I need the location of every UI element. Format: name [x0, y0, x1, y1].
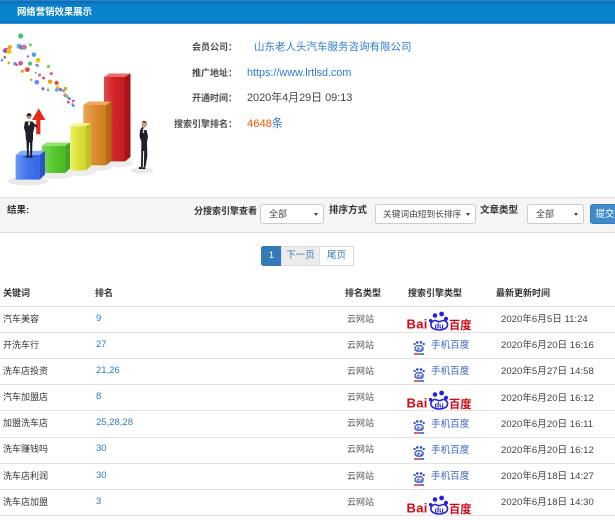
svg-text:du: du — [416, 347, 422, 353]
svg-text:Bai: Bai — [407, 317, 428, 332]
svg-text:百度: 百度 — [449, 317, 471, 331]
svg-text:du: du — [435, 322, 445, 331]
svg-text:Bai: Bai — [407, 500, 428, 515]
svg-text:Bai: Bai — [407, 395, 428, 410]
svg-text:du: du — [416, 373, 422, 379]
svg-text:百度: 百度 — [449, 396, 471, 410]
svg-text:du: du — [416, 426, 422, 432]
svg-text:百度: 百度 — [449, 501, 471, 515]
svg-text:du: du — [416, 452, 422, 458]
svg-text:du: du — [416, 478, 422, 484]
svg-text:du: du — [435, 400, 445, 409]
svg-text:du: du — [435, 505, 445, 514]
